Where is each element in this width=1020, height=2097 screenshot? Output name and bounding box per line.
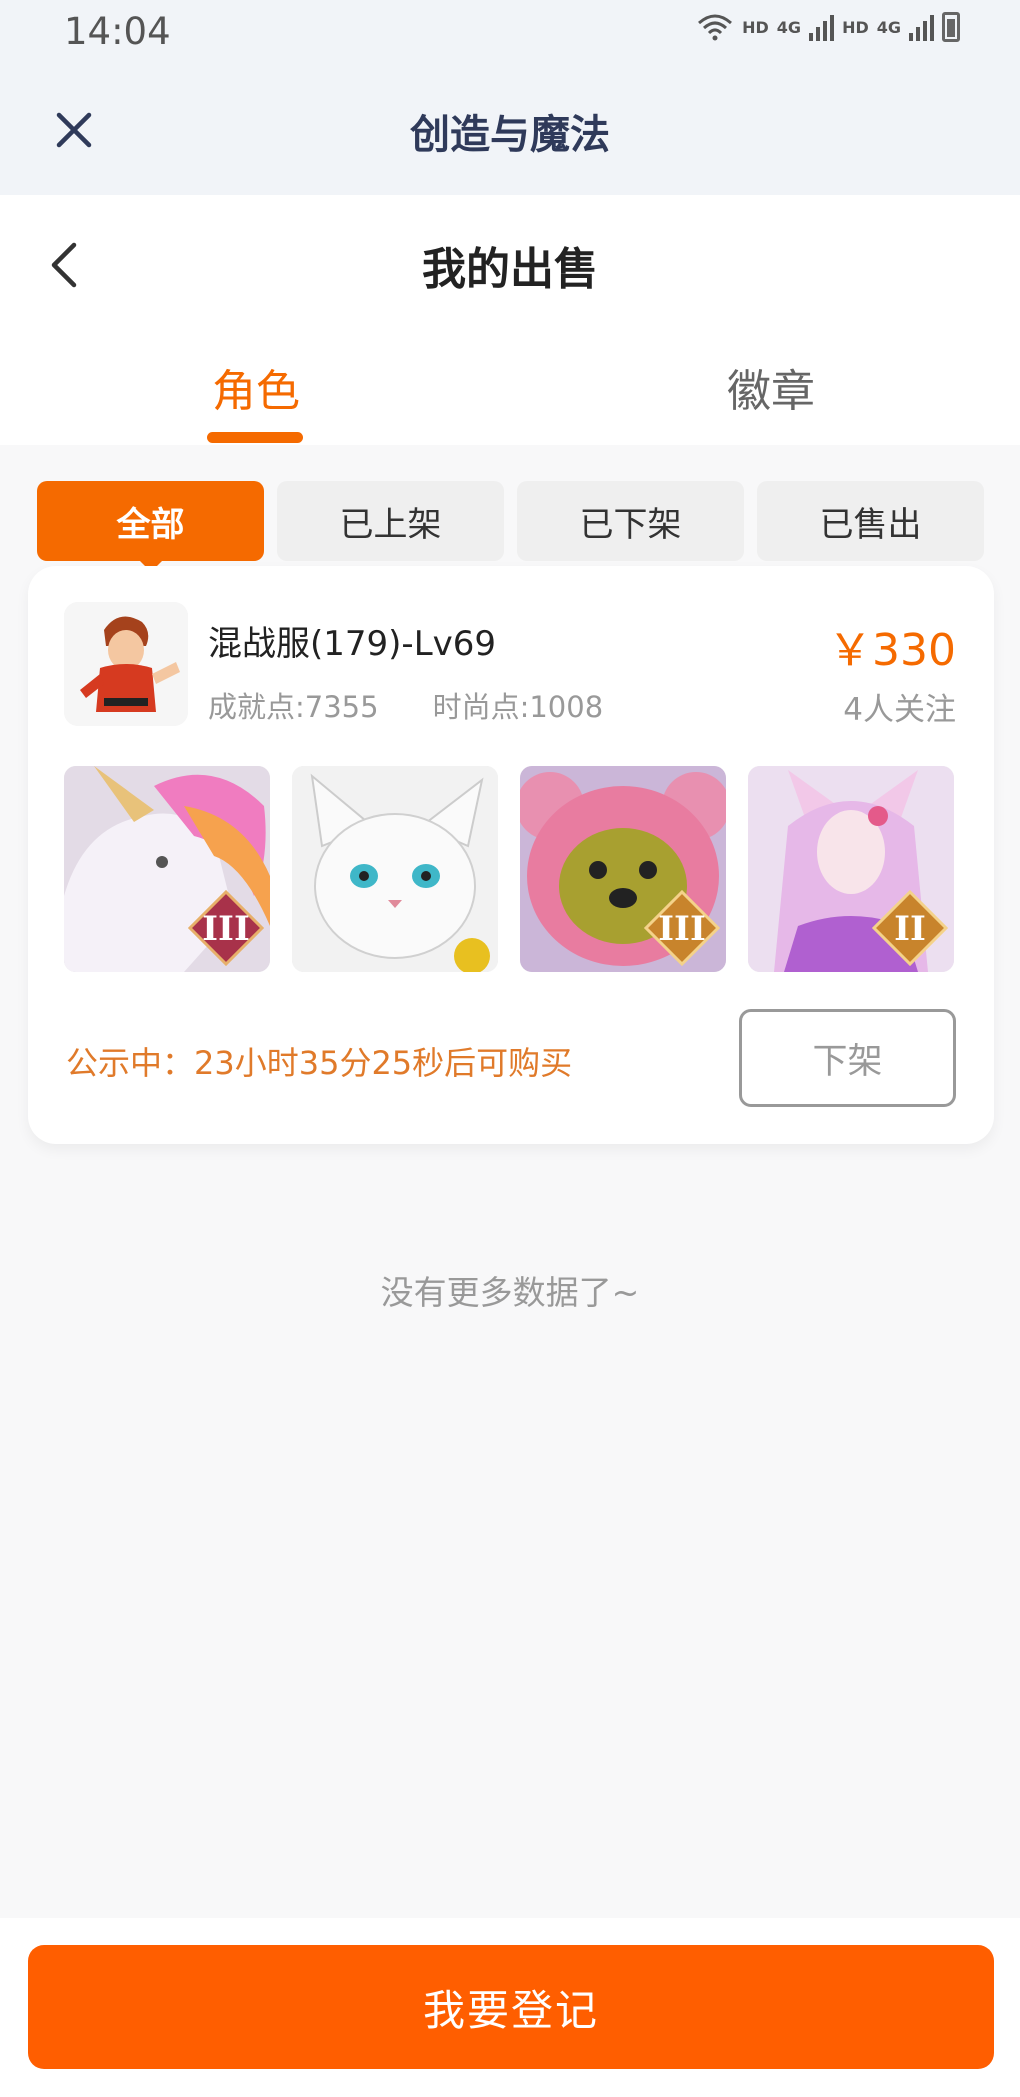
notice-text: 公示中：23小时35分25秒后可购买: [66, 1044, 573, 1082]
tier-label: III: [658, 909, 706, 949]
wifi-icon: [698, 14, 733, 41]
filter-listed[interactable]: 已上架: [277, 481, 504, 561]
tab-underline: [207, 432, 303, 443]
listing-name: 混战服(179)-Lv69: [208, 624, 497, 664]
achievement-points: 成就点:7355: [208, 690, 379, 724]
filter-sold[interactable]: 已售出: [757, 481, 984, 561]
status-icons: HD 4G HD 4G: [696, 12, 960, 42]
no-more-data: 没有更多数据了~: [380, 1273, 640, 1312]
character-avatar: [64, 602, 188, 726]
register-button[interactable]: 我要登记: [28, 1945, 994, 2069]
followers-count: 4人关注: [843, 692, 956, 728]
tier-label: III: [202, 909, 250, 949]
tier-badge-icon: III: [644, 890, 720, 966]
listing-stats: 成就点:7355 时尚点:1008: [208, 684, 603, 726]
app-bar: 14:04 HD 4G HD 4G 创造与魔法: [0, 0, 1020, 195]
battery-icon: [942, 12, 960, 42]
network-label: 4G: [776, 17, 802, 37]
tab-role[interactable]: 角色: [212, 355, 300, 419]
signal-icon-2: [909, 13, 934, 41]
filter-bar: 全部 已上架 已下架 已售出: [37, 481, 984, 572]
tab-badge[interactable]: 徽章: [727, 355, 815, 419]
pet-white-fox[interactable]: [292, 766, 498, 972]
delist-button[interactable]: 下架: [739, 1009, 956, 1107]
app-title: 创造与魔法: [410, 112, 610, 158]
pet-pink-bear[interactable]: III: [520, 766, 726, 972]
tier-badge-icon: III: [188, 890, 264, 966]
fashion-points: 时尚点:1008: [432, 690, 604, 724]
listing-price: ￥330: [828, 625, 956, 676]
signal-icon: [809, 13, 835, 41]
filter-delisted[interactable]: 已下架: [517, 481, 744, 561]
status-time: 14:04: [64, 10, 171, 53]
hd-label-2: HD: [842, 17, 869, 37]
network-label-2: 4G: [876, 17, 901, 37]
hd-label: HD: [742, 17, 769, 37]
tier-badge-icon: II: [872, 890, 948, 966]
page-header: 我的出售 角色 徽章: [0, 195, 1020, 445]
tier-label: II: [894, 909, 926, 949]
page-title: 我的出售: [422, 244, 598, 295]
bottom-bar: 我要登记: [0, 1918, 1020, 2097]
pet-fox-maiden[interactable]: II: [748, 766, 954, 972]
pet-unicorn[interactable]: III: [64, 766, 270, 972]
listing-card[interactable]: 混战服(179)-Lv69 成就点:7355 时尚点:1008 ￥330 4人关…: [28, 566, 994, 1144]
filter-all[interactable]: 全部: [37, 481, 264, 572]
pet-list: III III II: [64, 766, 954, 972]
